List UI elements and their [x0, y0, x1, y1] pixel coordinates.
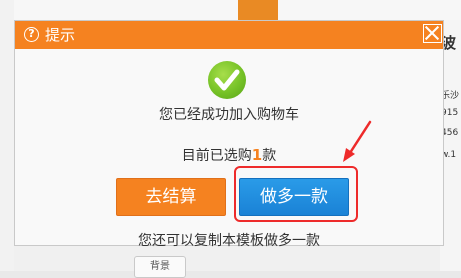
selected-count-line: 目前已选购1款 — [15, 146, 443, 165]
checkout-button[interactable]: 去结算 — [116, 178, 226, 216]
dialog-header: ? 提示 — [15, 21, 443, 49]
success-message: 您已经成功加入购物车 — [159, 107, 299, 123]
help-icon: ? — [24, 27, 39, 42]
close-icon[interactable] — [423, 24, 442, 43]
footer-text: 您还可以复制本模板做多一款 — [138, 233, 320, 249]
dialog-title: 提示 — [45, 26, 76, 44]
add-to-cart-dialog: ? 提示 您已经成功加入购物车 目前已选购1款 去结算 做多一款 您还可以复制本… — [14, 20, 444, 249]
selected-suffix: 款 — [262, 148, 277, 164]
selected-prefix: 目前已选购 — [181, 148, 252, 164]
background-page-left — [0, 0, 15, 271]
highlight-box — [234, 166, 358, 222]
background-text: 915 — [441, 108, 459, 118]
background-text: 456 — [441, 128, 459, 138]
background-text: 乐沙 — [441, 91, 460, 101]
background-text: 波 — [441, 34, 457, 52]
background-text: w.1 — [441, 150, 457, 160]
background-button[interactable]: 背景 — [134, 256, 186, 278]
checkmark-icon — [208, 61, 246, 99]
background-orange-tab — [238, 0, 278, 20]
selected-count: 1 — [251, 146, 263, 164]
annotation-arrow — [343, 120, 372, 162]
